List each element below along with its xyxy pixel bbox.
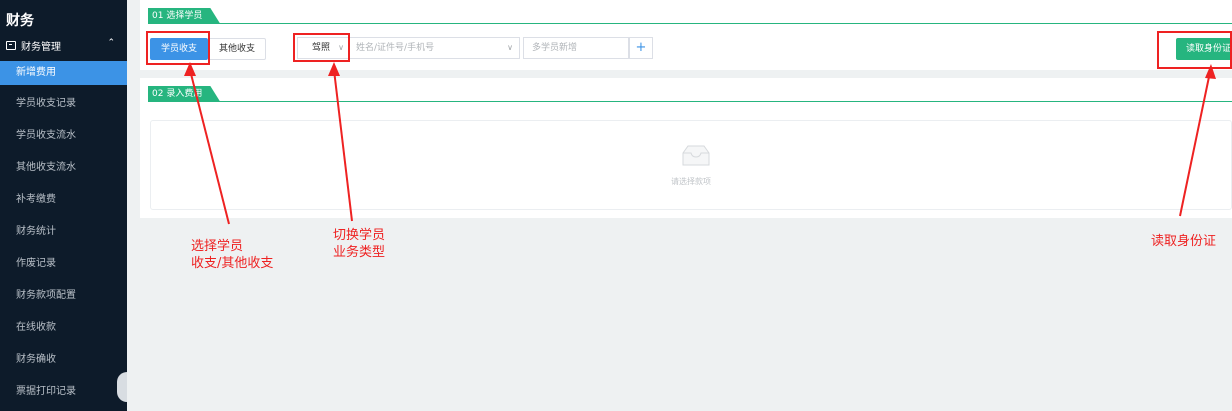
arrowhead-idcard: [1205, 64, 1216, 79]
arrow-to-idcard: [1179, 71, 1211, 217]
annotation-text-tabs: 选择学员 收支/其他收支: [191, 239, 274, 271]
arrow-to-tabs: [189, 69, 230, 225]
arrowhead-tabs: [184, 62, 196, 76]
arrow-to-type: [333, 69, 353, 222]
annotation-text-type: 切换学员 业务类型: [333, 228, 386, 260]
annotation-text-idcard: 读取身份证: [1151, 234, 1217, 249]
arrowhead-type: [328, 62, 340, 76]
annotation-arrows: [184, 62, 1216, 225]
